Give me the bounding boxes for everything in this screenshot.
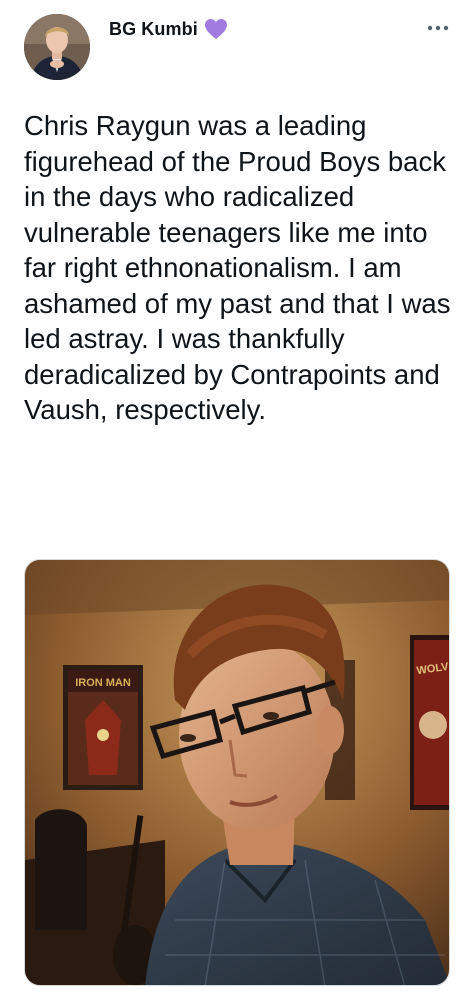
more-horizontal-icon	[427, 25, 449, 31]
poster-left: IRON MAN	[63, 665, 143, 790]
author-name-row[interactable]: BG Kumbi	[109, 18, 228, 40]
avatar[interactable]	[24, 14, 90, 80]
tweet-text: Chris Raygun was a leading figurehead of…	[24, 110, 451, 425]
display-name[interactable]: BG Kumbi	[109, 19, 198, 40]
tweet-card: BG Kumbi Chris Raygun was a leading figu…	[0, 0, 474, 1001]
purple-heart-icon	[204, 18, 228, 40]
svg-text:IRON MAN: IRON MAN	[75, 677, 131, 689]
poster-right: WOLV	[410, 635, 449, 810]
tweet-photo[interactable]: IRON MAN WOLV	[24, 559, 450, 986]
more-options-button[interactable]	[422, 16, 454, 40]
